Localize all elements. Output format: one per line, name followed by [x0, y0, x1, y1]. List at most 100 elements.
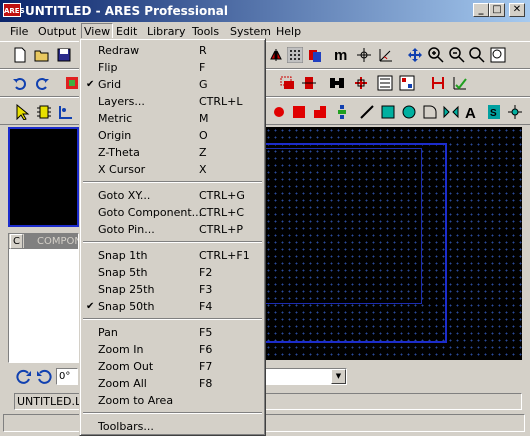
block-move-icon[interactable] [301, 75, 317, 91]
mirror-select[interactable]: ▼ [265, 368, 347, 385]
circle-icon[interactable] [401, 104, 417, 120]
ares-logo-icon: ARES [3, 3, 25, 17]
menu-item-redraw[interactable]: Redraw R [83, 42, 262, 59]
menu-item-shortcut: F8 [199, 377, 213, 390]
panel-header: C COMPONENTS [9, 234, 78, 249]
menu-item-zoom-all[interactable]: Zoom All F8 [83, 375, 262, 392]
menu-separator [83, 241, 262, 243]
square-pad-icon[interactable] [291, 104, 307, 120]
panel-tab-c[interactable]: C [10, 234, 23, 249]
menu-item-shortcut: F [199, 61, 206, 74]
menu-item-toolbars[interactable]: Toolbars... [83, 418, 262, 435]
menu-item-snap-1th[interactable]: Snap 1th CTRL+F1 [83, 247, 262, 264]
drc-icon[interactable] [452, 75, 468, 91]
zoom-out-icon[interactable] [449, 47, 465, 63]
smt-pad-icon[interactable] [312, 104, 328, 120]
menu-item-shortcut: CTRL+L [199, 95, 243, 108]
panel-tab-components[interactable]: COMPONENTS [24, 234, 78, 249]
undo-icon[interactable] [12, 75, 28, 91]
symbol-icon[interactable]: S [486, 104, 502, 120]
layers-icon[interactable] [307, 47, 323, 63]
menu-item-shortcut: M [199, 112, 209, 125]
menu-item-zoom-to-area[interactable]: Zoom to Area [83, 392, 262, 409]
ztheta-icon[interactable] [378, 47, 394, 63]
menu-item-label: Redraw [98, 44, 140, 57]
menu-item-zoom-out[interactable]: Zoom Out F7 [83, 358, 262, 375]
menu-item-flip[interactable]: Flip F [83, 59, 262, 76]
component-mode-icon[interactable] [36, 104, 52, 120]
menu-item-label: Z-Theta [98, 146, 140, 159]
menu-file[interactable]: File [8, 23, 30, 40]
menu-item-goto-pin[interactable]: Goto Pin... CTRL+P [83, 221, 262, 238]
menu-item-layers[interactable]: Layers... CTRL+L [83, 93, 262, 110]
rotate-cw-icon[interactable] [16, 369, 32, 385]
path-icon[interactable] [443, 104, 459, 120]
bom-icon[interactable] [399, 75, 415, 91]
close-button[interactable]: ✕ [509, 3, 525, 17]
tag-icon[interactable] [64, 75, 80, 91]
block-copy-icon[interactable] [279, 75, 295, 91]
chevron-down-icon[interactable]: ▼ [331, 369, 346, 384]
new-file-icon[interactable] [12, 47, 28, 63]
redo-icon[interactable] [34, 75, 50, 91]
netlist-icon[interactable] [377, 75, 393, 91]
grid-icon[interactable] [287, 47, 303, 63]
autoroute-icon[interactable] [430, 75, 446, 91]
menu-item-shortcut: F4 [199, 300, 213, 313]
maximize-button[interactable]: □ [489, 3, 505, 17]
menu-item-shortcut: CTRL+C [199, 206, 245, 219]
open-folder-icon[interactable] [34, 47, 50, 63]
menu-item-grid[interactable]: ✔ Grid G [83, 76, 262, 93]
metric-icon[interactable]: m [334, 47, 350, 63]
package-mode-icon[interactable] [58, 104, 74, 120]
menu-item-label: Goto Component... [98, 206, 203, 219]
menu-item-x-cursor[interactable]: X Cursor X [83, 161, 262, 178]
component-selector[interactable]: C COMPONENTS [8, 233, 79, 363]
box-icon[interactable] [380, 104, 396, 120]
check-icon: ✔ [86, 79, 95, 90]
zoom-in-icon[interactable] [428, 47, 444, 63]
pick-device-icon[interactable] [353, 75, 369, 91]
rotate-ccw-icon[interactable] [36, 369, 52, 385]
overview-window[interactable] [8, 127, 79, 227]
menu-item-metric[interactable]: Metric M [83, 110, 262, 127]
save-icon[interactable] [56, 47, 72, 63]
menu-item-snap-25th[interactable]: Snap 25th F3 [83, 281, 262, 298]
menu-item-goto-xy[interactable]: Goto XY... CTRL+G [83, 187, 262, 204]
menu-item-z-theta[interactable]: Z-Theta Z [83, 144, 262, 161]
board-inner-outline [265, 148, 422, 304]
menu-help[interactable]: Help [274, 23, 303, 40]
rotation-input[interactable]: 0° [56, 368, 78, 385]
menu-item-pan[interactable]: Pan F5 [83, 324, 262, 341]
flip-icon[interactable] [268, 47, 284, 63]
menu-item-label: Layers... [98, 95, 145, 108]
line-icon[interactable] [359, 104, 375, 120]
menu-item-shortcut: CTRL+F1 [199, 249, 250, 262]
selection-mode-icon[interactable] [14, 104, 30, 120]
pan-icon[interactable] [407, 47, 423, 63]
menu-item-shortcut: F7 [199, 360, 213, 373]
round-pad-icon[interactable] [271, 104, 287, 120]
minimize-button[interactable]: _ [473, 3, 489, 17]
zoom-all-icon[interactable] [469, 47, 485, 63]
menu-item-shortcut: O [199, 129, 208, 142]
title-bar: ARES UNTITLED - ARES Professional _ □ ✕ [0, 0, 530, 22]
origin-icon[interactable] [356, 47, 372, 63]
menu-item-goto-component[interactable]: Goto Component... CTRL+C [83, 204, 262, 221]
zoom-area-icon[interactable] [490, 47, 506, 63]
search-icon[interactable] [329, 75, 345, 91]
text-icon[interactable]: A [464, 104, 480, 120]
menu-item-snap-50th[interactable]: ✔ Snap 50th F4 [83, 298, 262, 315]
menu-item-origin[interactable]: Origin O [83, 127, 262, 144]
menu-item-shortcut: CTRL+G [199, 189, 245, 202]
menu-item-zoom-in[interactable]: Zoom In F6 [83, 341, 262, 358]
arc-icon[interactable] [422, 104, 438, 120]
menu-item-shortcut: X [199, 163, 207, 176]
menu-output[interactable]: Output [36, 23, 78, 40]
marker-icon[interactable] [507, 104, 523, 120]
menu-separator [83, 181, 262, 183]
via-icon[interactable] [334, 104, 350, 120]
menu-item-label: Zoom Out [98, 360, 154, 373]
editing-canvas[interactable] [265, 127, 522, 360]
menu-item-snap-5th[interactable]: Snap 5th F2 [83, 264, 262, 281]
